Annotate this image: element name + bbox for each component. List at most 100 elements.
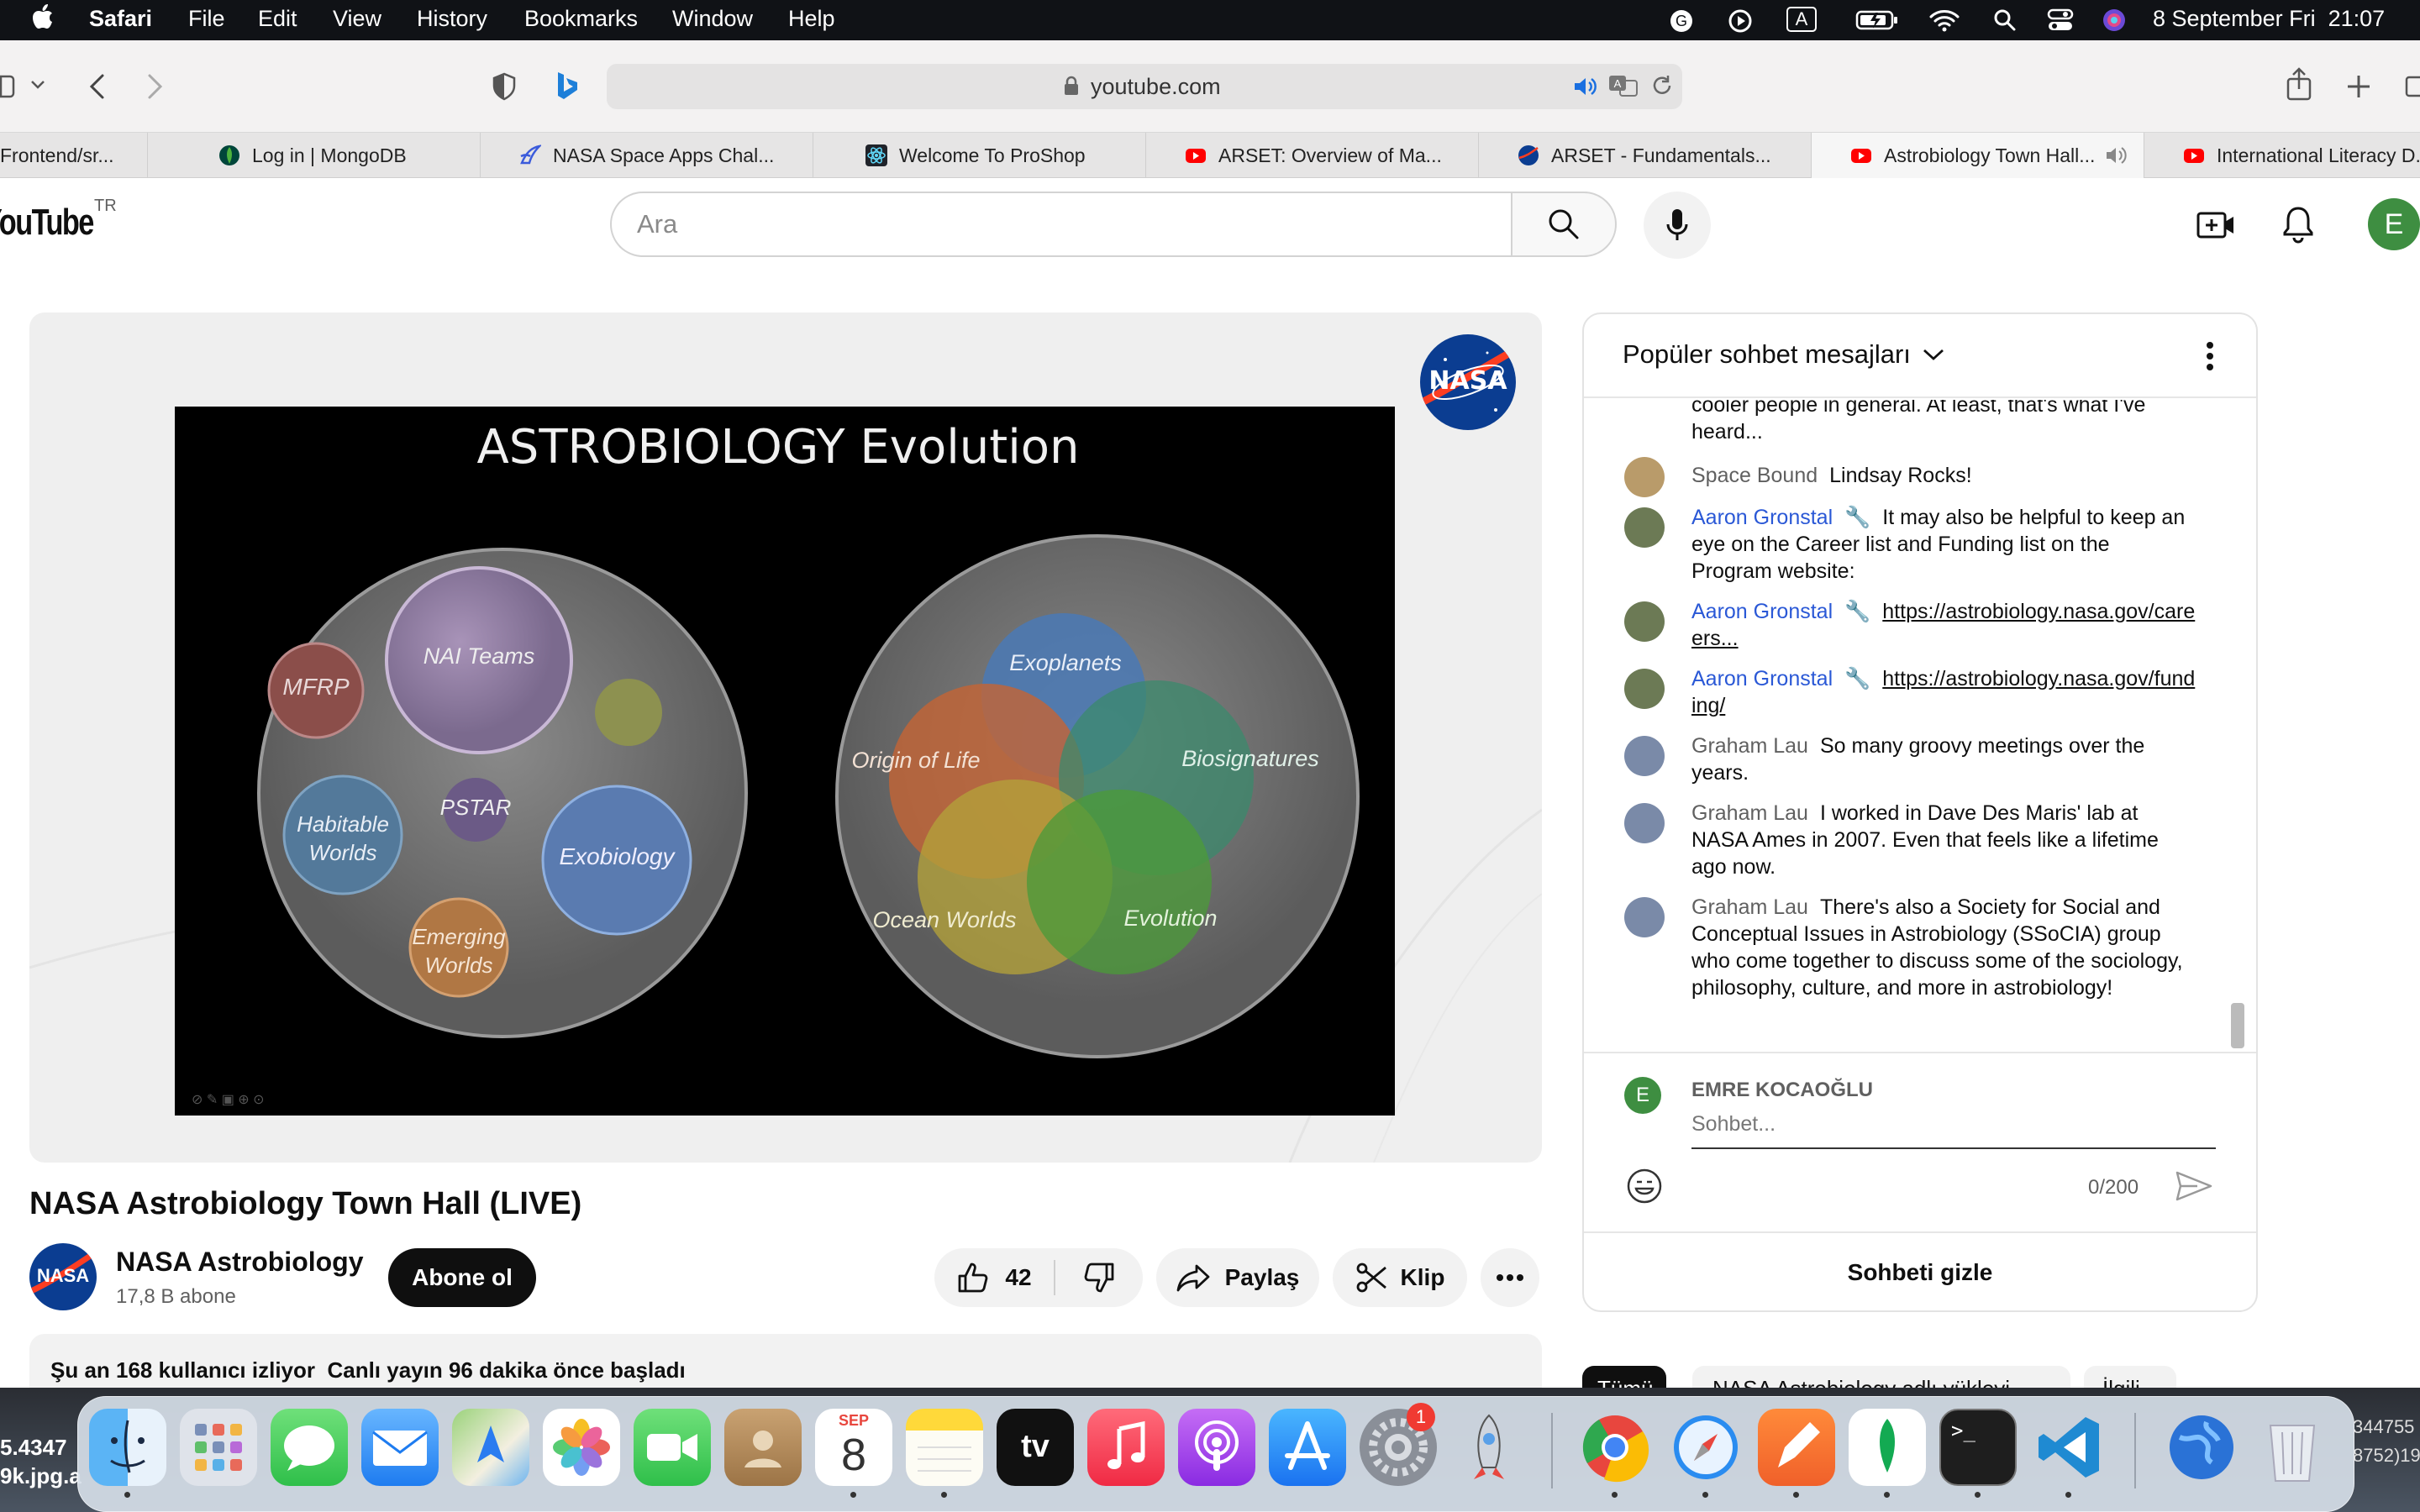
tab-active[interactable]: Astrobiology Town Hall... bbox=[1812, 133, 2144, 178]
calendar-icon[interactable]: SEP 8 bbox=[815, 1409, 892, 1486]
privacy-shield-icon[interactable] bbox=[492, 72, 516, 101]
finder-icon[interactable] bbox=[89, 1409, 166, 1486]
bing-extension-icon[interactable] bbox=[555, 71, 578, 101]
more-actions-button[interactable] bbox=[1481, 1248, 1539, 1307]
tab[interactable]: Welcome To ProShop bbox=[813, 133, 1146, 178]
voice-search-button[interactable] bbox=[1644, 192, 1711, 259]
control-center-icon[interactable] bbox=[2047, 8, 2074, 32]
terminal-icon[interactable]: >_ bbox=[1939, 1409, 2017, 1486]
apple-icon[interactable] bbox=[32, 3, 54, 30]
bubble-label: NAI Teams bbox=[423, 643, 535, 669]
desktop-file-label[interactable]: 344755 8752)19 bbox=[2353, 1413, 2420, 1470]
tab[interactable]: International Literacy D... bbox=[2144, 133, 2420, 178]
safari-icon[interactable] bbox=[1667, 1409, 1744, 1486]
messages-icon[interactable] bbox=[271, 1409, 348, 1486]
maps-icon[interactable] bbox=[452, 1409, 529, 1486]
tab-bar: Frontend/sr... Log in | MongoDB NASA Spa… bbox=[0, 133, 2420, 178]
search-button[interactable] bbox=[1511, 192, 1617, 257]
pen-app-icon[interactable] bbox=[1758, 1409, 1835, 1486]
new-tab-icon[interactable] bbox=[2346, 74, 2371, 99]
mail-icon[interactable] bbox=[361, 1409, 439, 1486]
channel-avatar[interactable]: NASA bbox=[29, 1243, 97, 1310]
sidebar-toggle-icon[interactable] bbox=[0, 74, 17, 99]
siri-icon[interactable] bbox=[2102, 8, 2126, 32]
svg-text:A: A bbox=[1614, 77, 1622, 90]
author-avatar bbox=[1624, 601, 1665, 642]
launchpad-icon[interactable] bbox=[180, 1409, 257, 1486]
apple-tv-icon[interactable]: tv bbox=[997, 1409, 1074, 1486]
tab[interactable]: NASA Space Apps Chal... bbox=[481, 133, 813, 178]
tab[interactable]: ARSET: Overview of Ma... bbox=[1146, 133, 1479, 178]
notifications-bell-icon[interactable] bbox=[2282, 205, 2314, 244]
chat-mode-dropdown[interactable]: Popüler sohbet mesajları bbox=[1623, 339, 1944, 370]
wifi-icon[interactable] bbox=[1929, 8, 1960, 32]
tab-label: Astrobiology Town Hall... bbox=[1884, 144, 2096, 166]
podcasts-icon[interactable] bbox=[1178, 1409, 1255, 1486]
create-video-icon[interactable] bbox=[2196, 208, 2235, 242]
forward-icon[interactable] bbox=[145, 72, 165, 101]
app-store-icon[interactable] bbox=[1269, 1409, 1346, 1486]
menu-app-name[interactable]: Safari bbox=[89, 6, 152, 32]
grammarly-icon[interactable]: G bbox=[1669, 8, 1694, 34]
subscribe-button[interactable]: Abone ol bbox=[388, 1248, 536, 1307]
input-source-icon[interactable]: A bbox=[1786, 7, 1817, 32]
translate-icon[interactable]: A bbox=[1608, 74, 1639, 97]
speaker-icon[interactable] bbox=[1573, 76, 1598, 97]
menu-window[interactable]: Window bbox=[672, 6, 753, 32]
notes-icon[interactable] bbox=[906, 1409, 983, 1486]
spotlight-search-icon[interactable] bbox=[1993, 8, 2017, 32]
desktop-file-label[interactable]: 5.4347 9k.jpg.a bbox=[0, 1433, 82, 1490]
menu-history[interactable]: History bbox=[417, 6, 487, 32]
chat-input[interactable]: Sohbet... bbox=[1691, 1112, 2216, 1149]
trash-icon[interactable] bbox=[2254, 1409, 2331, 1486]
mongodb-compass-icon[interactable] bbox=[1849, 1409, 1926, 1486]
photos-icon[interactable] bbox=[543, 1409, 620, 1486]
music-icon[interactable] bbox=[1087, 1409, 1165, 1486]
back-icon[interactable] bbox=[87, 72, 108, 101]
contacts-icon[interactable] bbox=[724, 1409, 802, 1486]
menu-help[interactable]: Help bbox=[788, 6, 835, 32]
share-button[interactable]: Paylaş bbox=[1156, 1248, 1319, 1307]
notification-badge: 1 bbox=[1407, 1403, 1435, 1431]
tab-overview-icon[interactable] bbox=[2405, 72, 2420, 99]
chat-scrollbar[interactable] bbox=[2231, 1003, 2244, 1048]
chrome-icon[interactable] bbox=[1576, 1409, 1654, 1486]
url-text[interactable]: youtube.com bbox=[1091, 74, 1221, 100]
menu-file[interactable]: File bbox=[188, 6, 225, 32]
globe-downloads-icon[interactable] bbox=[2163, 1409, 2240, 1486]
running-indicator bbox=[1884, 1492, 1890, 1498]
running-indicator bbox=[1793, 1492, 1799, 1498]
facetime-icon[interactable] bbox=[634, 1409, 711, 1486]
presentation-slide: ASTROBIOLOGY Evolution ⊘ ✎ ▣ ⊕ ⊙ MFRP NA… bbox=[175, 407, 1395, 1116]
vscode-icon[interactable] bbox=[2030, 1409, 2107, 1486]
clip-button[interactable]: Klip bbox=[1333, 1248, 1467, 1307]
like-button[interactable]: 42 bbox=[934, 1248, 1054, 1307]
channel-name[interactable]: NASA Astrobiology bbox=[116, 1247, 364, 1278]
hide-chat-button[interactable]: Sohbeti gizle bbox=[1584, 1233, 2256, 1310]
chevron-down-icon[interactable] bbox=[30, 79, 45, 91]
youtube-logo[interactable]: YouTube bbox=[0, 202, 94, 244]
tab[interactable]: ARSET - Fundamentals... bbox=[1479, 133, 1812, 178]
menu-bookmarks[interactable]: Bookmarks bbox=[524, 6, 638, 32]
menubar-datetime[interactable]: 8 September Fri 21:07 bbox=[2153, 6, 2385, 32]
bubble-label: Exobiology bbox=[559, 843, 675, 869]
video-title: NASA Astrobiology Town Hall (LIVE) bbox=[29, 1186, 582, 1221]
rocket-app-icon[interactable] bbox=[1450, 1409, 1528, 1486]
menu-edit[interactable]: Edit bbox=[258, 6, 297, 32]
tab-audio-icon[interactable] bbox=[2105, 145, 2130, 165]
menu-view[interactable]: View bbox=[333, 6, 381, 32]
reload-icon[interactable] bbox=[1650, 74, 1674, 97]
account-avatar[interactable]: E bbox=[2368, 198, 2420, 250]
play-icon[interactable] bbox=[1728, 8, 1753, 34]
send-icon[interactable] bbox=[2175, 1171, 2212, 1201]
emoji-icon[interactable] bbox=[1626, 1168, 1663, 1205]
youtube-icon bbox=[1851, 149, 1871, 163]
dislike-button[interactable] bbox=[1055, 1248, 1143, 1307]
chat-menu-icon[interactable] bbox=[2206, 341, 2214, 371]
share-icon[interactable] bbox=[2286, 67, 2312, 101]
search-input[interactable]: Ara bbox=[610, 192, 1511, 257]
tab[interactable]: Log in | MongoDB bbox=[148, 133, 481, 178]
tab[interactable]: Frontend/sr... bbox=[0, 133, 148, 178]
battery-icon[interactable] bbox=[1855, 8, 1899, 32]
author-avatar bbox=[1624, 457, 1665, 497]
